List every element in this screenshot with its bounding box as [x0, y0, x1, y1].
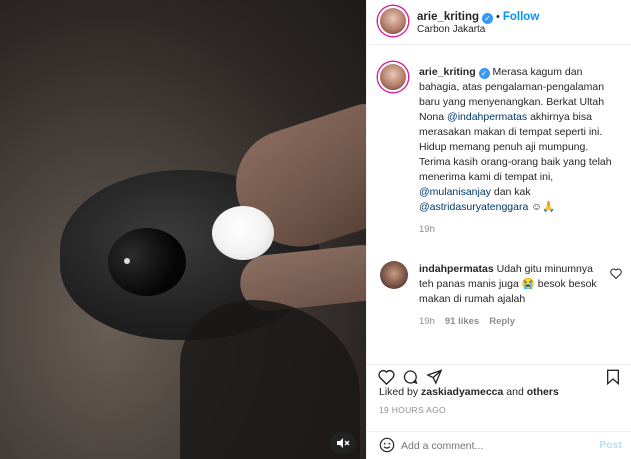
comment-composer: Post — [367, 431, 631, 459]
mention-mulanisanjay[interactable]: @mulanisanjay — [419, 186, 491, 198]
comments-section[interactable]: arie_kriting ✓ Merasa kagum dan bahagia, … — [367, 46, 631, 364]
caption-text: arie_kriting ✓ Merasa kagum dan bahagia, … — [419, 65, 622, 215]
verified-badge-icon: ✓ — [482, 13, 493, 24]
follow-button[interactable]: Follow — [503, 11, 539, 23]
comment-username[interactable]: indahpermatas — [419, 263, 494, 275]
caption: arie_kriting ✓ Merasa kagum dan bahagia, … — [419, 65, 622, 235]
caption-text-part-3: dan kak — [490, 186, 531, 198]
comment-input[interactable] — [401, 438, 581, 454]
post-sidebar: arie_kriting ✓ • Follow Carbon Jakarta arie… — [366, 0, 631, 459]
heart-icon[interactable] — [378, 369, 395, 385]
mention-astridasuryatenggara[interactable]: @astridasuryatenggara — [419, 201, 528, 213]
post-timestamp[interactable]: 19 HOURS AGO — [379, 405, 446, 415]
caption-avatar[interactable] — [378, 62, 408, 92]
post-header: arie_kriting ✓ • Follow Carbon Jakarta — [367, 0, 631, 45]
liked-by-prefix: Liked by — [379, 386, 422, 398]
comment-likes[interactable]: 91 likes — [445, 316, 479, 327]
bookmark-icon[interactable] — [606, 369, 620, 385]
verified-badge-icon: ✓ — [478, 68, 490, 79]
comment-time[interactable]: 19h — [419, 316, 435, 327]
mute-button[interactable] — [330, 432, 356, 454]
speaker-muted-icon — [337, 438, 350, 448]
liked-by: Liked by zaskiadyamecca and others — [379, 386, 559, 398]
comment-icon[interactable] — [402, 369, 419, 385]
caption-time[interactable]: 19h — [419, 224, 435, 235]
comment-indahpermatas: indahpermatas Udah gitu minumnya teh pan… — [419, 262, 607, 327]
author-line: arie_kriting ✓ • Follow — [417, 7, 539, 25]
author-username[interactable]: arie_kriting — [417, 11, 479, 23]
post-location[interactable]: Carbon Jakarta — [417, 24, 485, 35]
stone-hole — [108, 228, 186, 296]
comment-meta: 19h 91 likes Reply — [419, 316, 607, 327]
reply-button[interactable]: Reply — [489, 316, 515, 327]
caption-meta: 19h — [419, 224, 622, 235]
commenter-avatar[interactable] — [380, 261, 408, 289]
mention-indahpermatas[interactable]: @indahpermatas — [447, 111, 527, 123]
share-icon[interactable] — [426, 369, 443, 385]
liked-by-suffix: and — [503, 386, 527, 398]
comment-text: indahpermatas Udah gitu minumnya teh pan… — [419, 262, 607, 307]
emoji-icon[interactable] — [379, 437, 395, 453]
author-avatar[interactable] — [378, 6, 408, 36]
post-actions: Liked by zaskiadyamecca and others 19 HO… — [367, 364, 631, 431]
post-video[interactable] — [0, 0, 366, 459]
caption-text-part-4: ☺🙏 — [528, 201, 556, 213]
comment-like-button[interactable] — [610, 268, 622, 282]
post-button[interactable]: Post — [599, 439, 622, 451]
liked-by-user[interactable]: zaskiadyamecca — [421, 386, 503, 398]
heart-outline-icon — [610, 268, 622, 280]
caption-username[interactable]: arie_kriting — [419, 66, 476, 78]
liked-by-others[interactable]: others — [527, 386, 559, 398]
white-tablet — [212, 206, 274, 260]
separator-dot: • — [496, 11, 500, 23]
